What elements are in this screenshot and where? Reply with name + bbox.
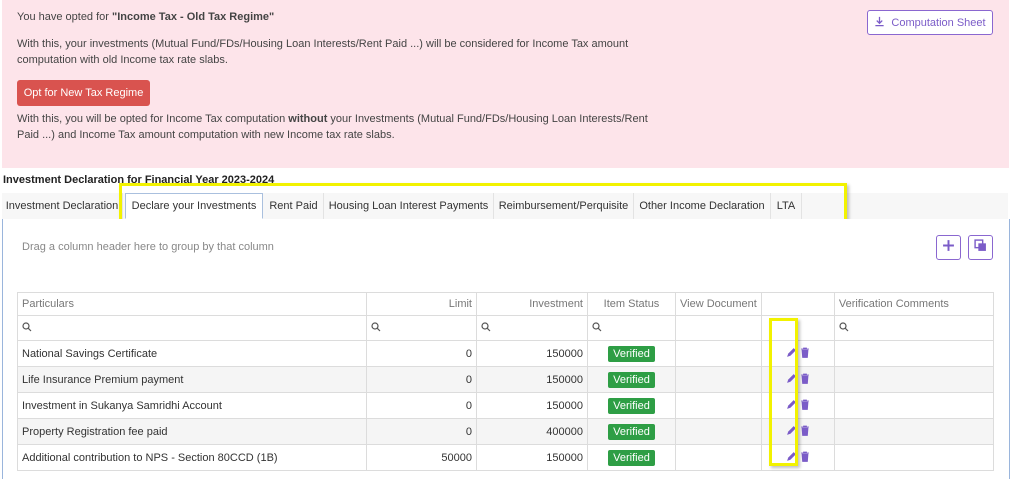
cell-particulars: Property Registration fee paid bbox=[17, 418, 367, 445]
column-header-investment[interactable]: Investment bbox=[476, 292, 588, 316]
column-header-item-status[interactable]: Item Status bbox=[587, 292, 676, 316]
new-regime-description-cont: Paid ...) and Income Tax amount computat… bbox=[17, 129, 395, 141]
group-by-hint: Drag a column header here to group by th… bbox=[22, 241, 274, 253]
cell-limit: 0 bbox=[366, 418, 477, 445]
trash-icon[interactable] bbox=[800, 347, 810, 361]
copy-icon bbox=[974, 238, 987, 257]
tab-investment-declaration[interactable]: Investment Declaration bbox=[2, 193, 123, 219]
column-header-limit[interactable]: Limit bbox=[366, 292, 477, 316]
opted-regime-text: You have opted for "Income Tax - Old Tax… bbox=[17, 11, 275, 23]
table-row: Life Insurance Premium payment 0 150000 … bbox=[17, 366, 994, 393]
cell-limit: 50000 bbox=[366, 444, 477, 471]
table-row: Investment in Sukanya Samridhi Account 0… bbox=[17, 392, 994, 419]
cell-investment: 400000 bbox=[476, 418, 588, 445]
table-row: Property Registration fee paid 0 400000 … bbox=[17, 418, 994, 445]
filter-investment[interactable] bbox=[476, 315, 588, 341]
status-badge: Verified bbox=[608, 423, 655, 440]
cell-verification-comments bbox=[833, 418, 994, 445]
old-regime-description: With this, your investments (Mutual Fund… bbox=[17, 38, 629, 50]
cell-view-document bbox=[675, 366, 762, 393]
filter-limit[interactable] bbox=[366, 315, 477, 341]
status-badge: Verified bbox=[608, 345, 655, 362]
opted-regime-name: "Income Tax - Old Tax Regime" bbox=[112, 11, 275, 23]
actions-highlight-box bbox=[769, 318, 798, 466]
cell-limit: 0 bbox=[366, 392, 477, 419]
cell-particulars: Life Insurance Premium payment bbox=[17, 366, 367, 393]
cell-verification-comments bbox=[833, 366, 994, 393]
status-badge: Verified bbox=[608, 397, 655, 414]
investments-grid: Particulars Limit Investment Item Status… bbox=[17, 292, 994, 471]
trash-icon[interactable] bbox=[800, 373, 810, 387]
column-header-particulars[interactable]: Particulars bbox=[17, 292, 367, 316]
filter-verification-comments[interactable] bbox=[833, 315, 994, 341]
status-badge: Verified bbox=[608, 371, 655, 388]
filter-particulars[interactable] bbox=[17, 315, 367, 341]
status-badge: Verified bbox=[608, 449, 655, 466]
new-regime-description: With this, you will be opted for Income … bbox=[17, 113, 648, 125]
cell-investment: 150000 bbox=[476, 444, 588, 471]
computation-sheet-button[interactable]: Computation Sheet bbox=[867, 10, 993, 35]
cell-verification-comments bbox=[833, 444, 994, 471]
cell-investment: 150000 bbox=[476, 340, 588, 367]
filter-item-status[interactable] bbox=[587, 315, 676, 341]
column-header-view-document[interactable]: View Document bbox=[675, 292, 762, 316]
cell-particulars: National Savings Certificate bbox=[17, 340, 367, 367]
add-button[interactable] bbox=[936, 235, 961, 260]
cell-particulars: Investment in Sukanya Samridhi Account bbox=[17, 392, 367, 419]
plus-icon bbox=[942, 239, 955, 257]
table-row: Additional contribution to NPS - Section… bbox=[17, 444, 994, 471]
filter-row bbox=[17, 315, 994, 341]
cell-limit: 0 bbox=[366, 366, 477, 393]
old-regime-description-cont: computation with old Income tax rate sla… bbox=[17, 54, 228, 66]
cell-particulars: Additional contribution to NPS - Section… bbox=[17, 444, 367, 471]
search-icon bbox=[22, 321, 32, 335]
trash-icon[interactable] bbox=[800, 399, 810, 413]
cell-investment: 150000 bbox=[476, 366, 588, 393]
search-icon bbox=[371, 321, 381, 335]
cell-view-document bbox=[675, 418, 762, 445]
search-icon bbox=[839, 321, 849, 335]
cell-verification-comments bbox=[833, 340, 994, 367]
copy-button[interactable] bbox=[968, 235, 993, 260]
cell-limit: 0 bbox=[366, 340, 477, 367]
column-header-actions bbox=[760, 292, 835, 316]
cell-view-document bbox=[675, 392, 762, 419]
cell-investment: 150000 bbox=[476, 392, 588, 419]
tax-regime-banner: You have opted for "Income Tax - Old Tax… bbox=[2, 0, 1009, 168]
table-row: National Savings Certificate 0 150000 Ve… bbox=[17, 340, 994, 367]
download-icon bbox=[874, 16, 885, 30]
column-header-verification-comments[interactable]: Verification Comments bbox=[833, 292, 994, 316]
trash-icon[interactable] bbox=[800, 451, 810, 465]
cell-view-document bbox=[675, 444, 762, 471]
search-icon bbox=[592, 321, 602, 335]
trash-icon[interactable] bbox=[800, 425, 810, 439]
opt-new-tax-regime-button[interactable]: Opt for New Tax Regime bbox=[17, 80, 150, 106]
cell-view-document bbox=[675, 340, 762, 367]
filter-view-document bbox=[675, 315, 762, 341]
search-icon bbox=[481, 321, 491, 335]
cell-verification-comments bbox=[833, 392, 994, 419]
